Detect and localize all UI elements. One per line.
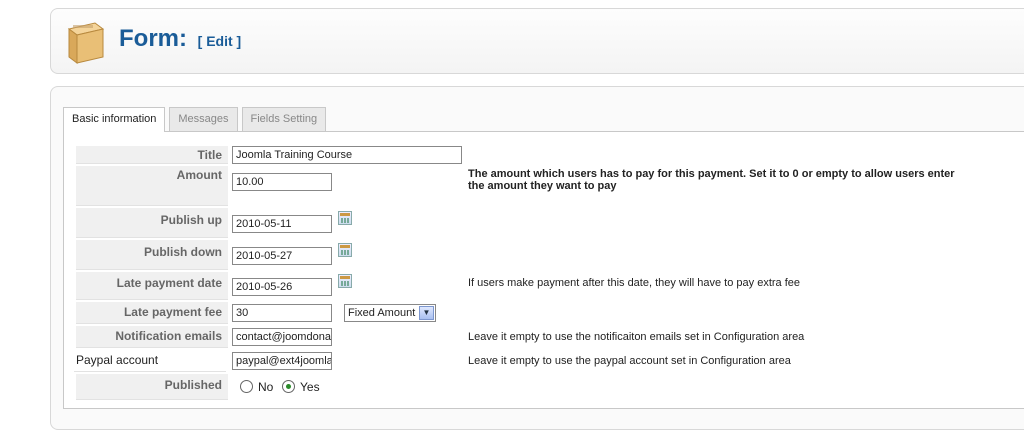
tab-bar: Basic information Messages Fields Settin… — [63, 107, 330, 132]
tab-basic-information[interactable]: Basic information — [63, 107, 166, 132]
form-row-title: Title Joomla Training Course — [76, 146, 976, 164]
calendar-icon[interactable] — [338, 211, 352, 225]
form-row-notification-emails: Notification emails contact@joomdonati L… — [76, 326, 976, 348]
late-payment-date-help: If users make payment after this date, t… — [468, 277, 800, 289]
calendar-icon[interactable] — [338, 274, 352, 288]
form-row-publish-up: Publish up 2010-05-11 — [76, 208, 976, 238]
form-row-amount: Amount 10.00 The amount which users has … — [76, 166, 976, 206]
published-label: Published — [76, 374, 228, 400]
late-payment-fee-input[interactable]: 30 — [232, 304, 332, 322]
paypal-account-input[interactable]: paypal@ext4joomla. — [232, 352, 332, 370]
form-container: Basic information Messages Fields Settin… — [63, 107, 1024, 409]
late-payment-date-label: Late payment date — [76, 272, 228, 300]
publish-up-label: Publish up — [76, 208, 228, 238]
chevron-down-icon[interactable]: ▼ — [419, 306, 434, 320]
late-payment-fee-label: Late payment fee — [76, 302, 228, 324]
notification-emails-input[interactable]: contact@joomdonati — [232, 328, 332, 346]
edit-tag: [ Edit ] — [197, 33, 242, 49]
form-row-publish-down: Publish down 2010-05-27 — [76, 240, 976, 270]
publish-down-label: Publish down — [76, 240, 228, 270]
fee-type-selected: Fixed Amount — [348, 307, 416, 319]
late-payment-date-input[interactable]: 2010-05-26 — [232, 278, 332, 296]
amount-label: Amount — [76, 166, 228, 206]
tab-fields-setting[interactable]: Fields Setting — [241, 107, 327, 131]
title-label: Title — [76, 146, 228, 164]
main-panel: Basic information Messages Fields Settin… — [50, 86, 1024, 430]
published-no-radio[interactable] — [240, 380, 253, 393]
form-row-late-payment-fee: Late payment fee 30 Fixed Amount ▼ — [76, 302, 976, 324]
publish-up-input[interactable]: 2010-05-11 — [232, 215, 332, 233]
fee-type-select[interactable]: Fixed Amount ▼ — [344, 304, 436, 322]
amount-help: The amount which users has to pay for th… — [468, 168, 955, 192]
publish-down-input[interactable]: 2010-05-27 — [232, 247, 332, 265]
published-no-label: No — [258, 380, 274, 394]
notification-emails-help: Leave it empty to use the notificaiton e… — [468, 331, 805, 343]
paypal-account-label: Paypal account — [74, 350, 226, 372]
tab-messages[interactable]: Messages — [169, 107, 238, 131]
published-yes-label: Yes — [300, 380, 320, 394]
form-row-paypal-account: Paypal account paypal@ext4joomla. Leave … — [74, 350, 976, 372]
form-row-published: Published No Yes — [76, 374, 976, 400]
title-input[interactable]: Joomla Training Course — [232, 146, 462, 164]
calendar-icon[interactable] — [338, 243, 352, 257]
form-row-late-payment-date: Late payment date 2010-05-26 If users ma… — [76, 272, 976, 300]
page-title-text: Form: — [119, 25, 187, 52]
paypal-account-help: Leave it empty to use the paypal account… — [468, 355, 791, 367]
header-panel: Form: [ Edit ] — [50, 8, 1024, 74]
tab-panel-basic-information: Title Joomla Training Course Amount 10.0… — [63, 131, 1024, 409]
page-title: Form: [ Edit ] — [119, 25, 241, 53]
notification-emails-label: Notification emails — [76, 326, 228, 348]
box-icon — [67, 22, 105, 64]
amount-input[interactable]: 10.00 — [232, 173, 332, 191]
published-yes-radio[interactable] — [282, 380, 295, 393]
